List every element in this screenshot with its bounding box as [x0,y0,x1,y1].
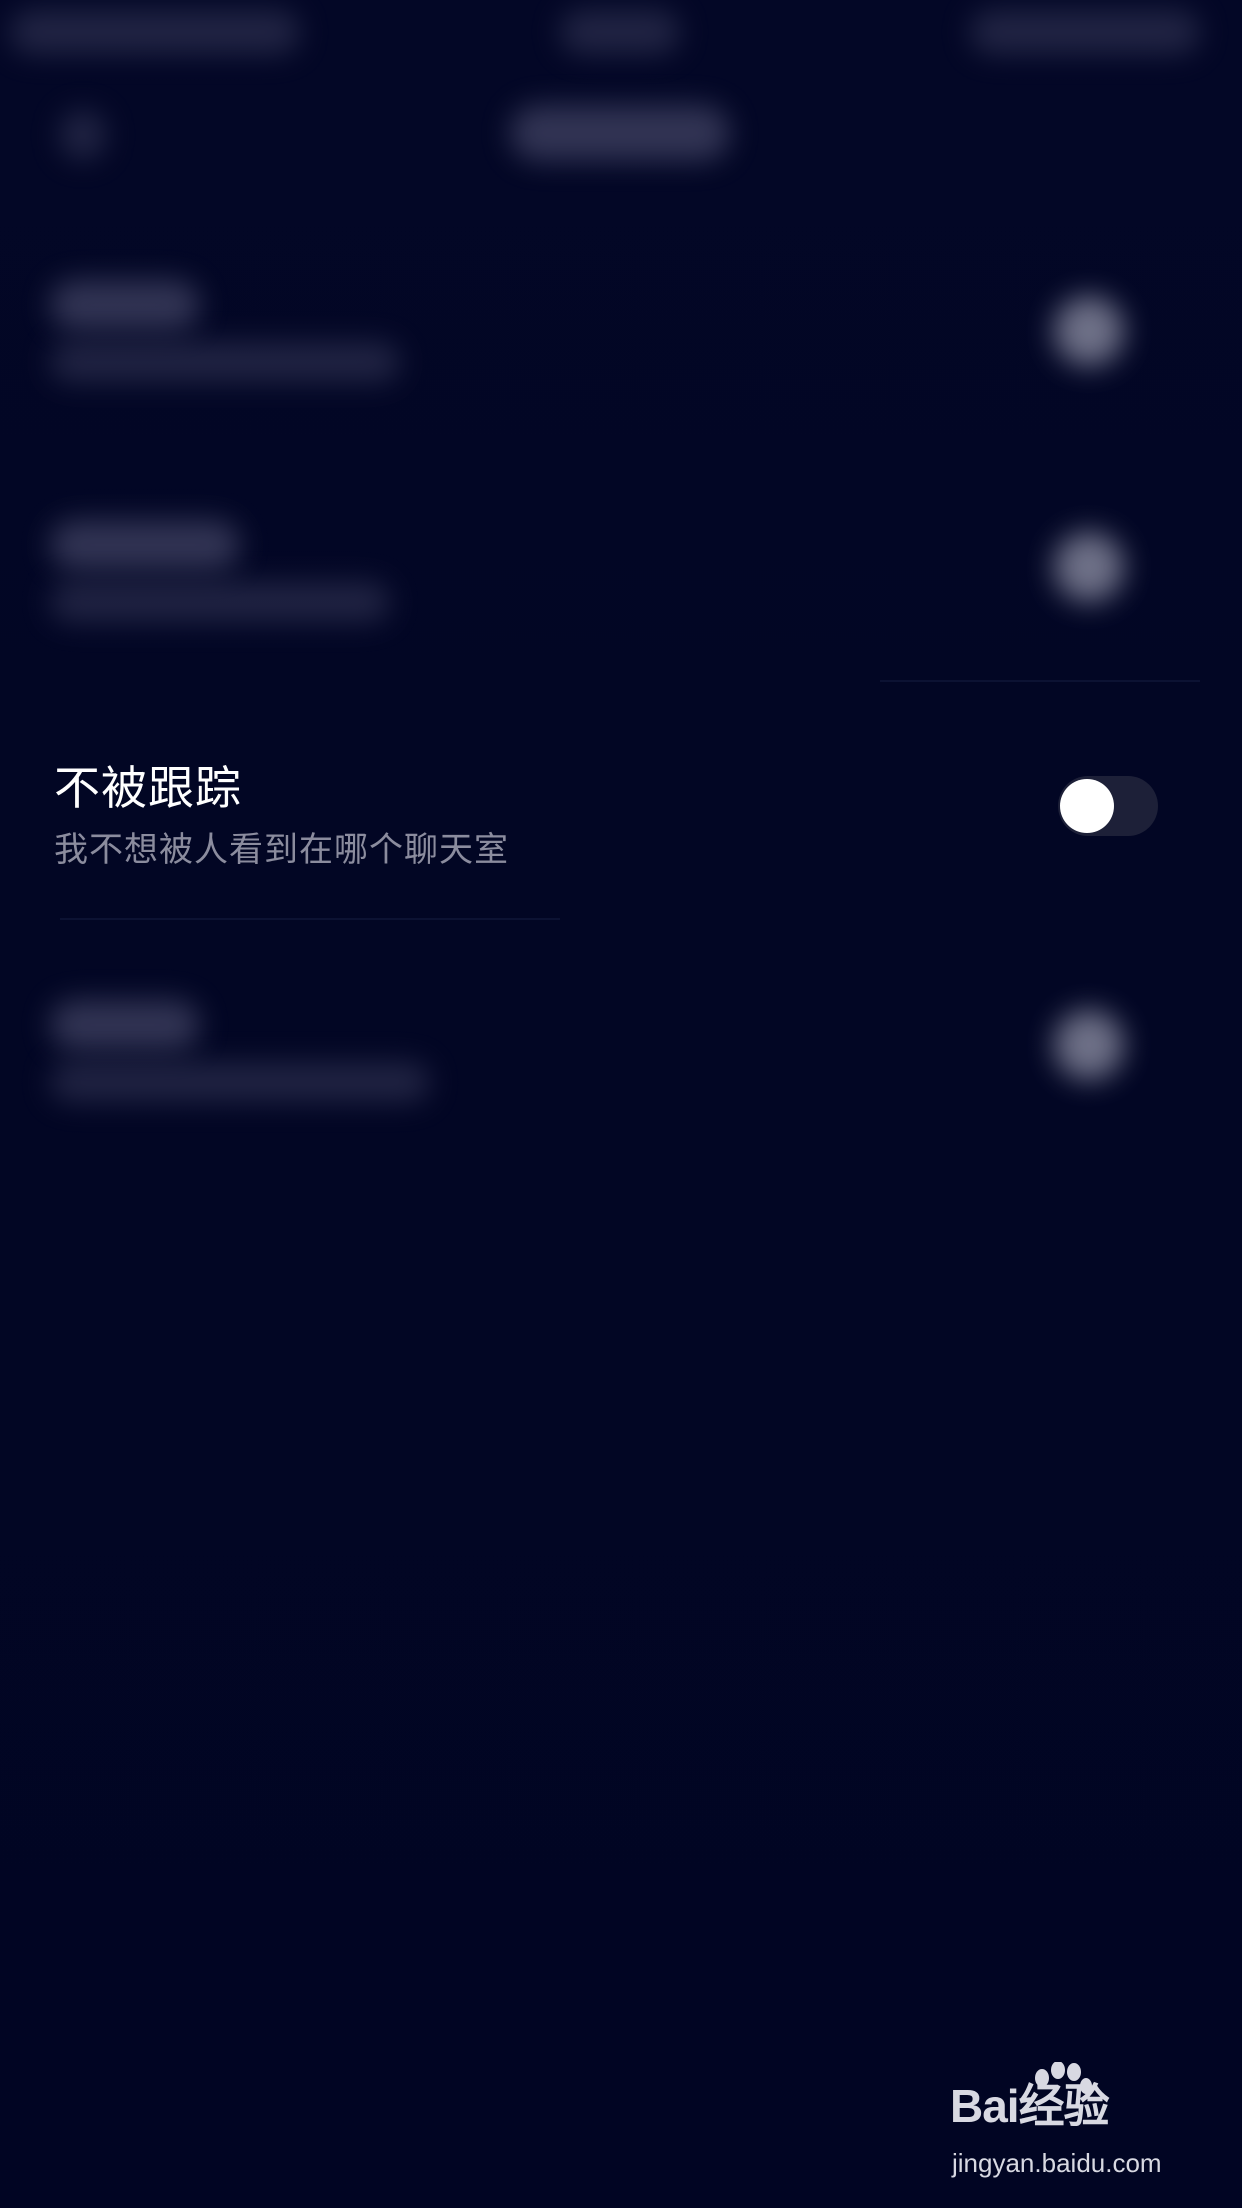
blurred-row1-title [50,280,200,330]
toggle-knob [1060,779,1114,833]
settings-screen: 不被跟踪 我不想被人看到在哪个聊天室 Bai经验 jingyan.baidu.c… [0,0,1242,2208]
blurred-status-right [970,10,1200,54]
blurred-back-button[interactable] [60,110,106,160]
blurred-status-center [560,10,680,54]
blurred-row3-title [50,1000,200,1050]
blurred-row1-subtitle [50,342,400,382]
setting-title: 不被跟踪 [54,761,242,815]
watermark-url: jingyan.baidu.com [952,2148,1162,2178]
setting-row-no-tracking[interactable]: 不被跟踪 我不想被人看到在哪个聊天室 [0,730,1242,890]
blurred-row2-title [50,520,240,570]
blurred-row3-toggle[interactable] [1054,1010,1124,1080]
blurred-row2-toggle[interactable] [1054,532,1124,602]
no-tracking-toggle[interactable] [1058,776,1158,836]
divider-top [880,680,1200,682]
paw-icon [1035,2062,1092,2094]
baidu-jingyan-watermark: Bai经验 jingyan.baidu.com [950,2062,1190,2190]
blurred-status-left [10,10,300,54]
blurred-row1-toggle[interactable] [1054,296,1124,366]
setting-subtitle: 我不想被人看到在哪个聊天室 [54,830,509,870]
divider-bottom [60,918,560,920]
blurred-page-title [510,105,730,161]
blurred-row2-subtitle [50,582,390,622]
blurred-row3-subtitle [50,1062,430,1102]
